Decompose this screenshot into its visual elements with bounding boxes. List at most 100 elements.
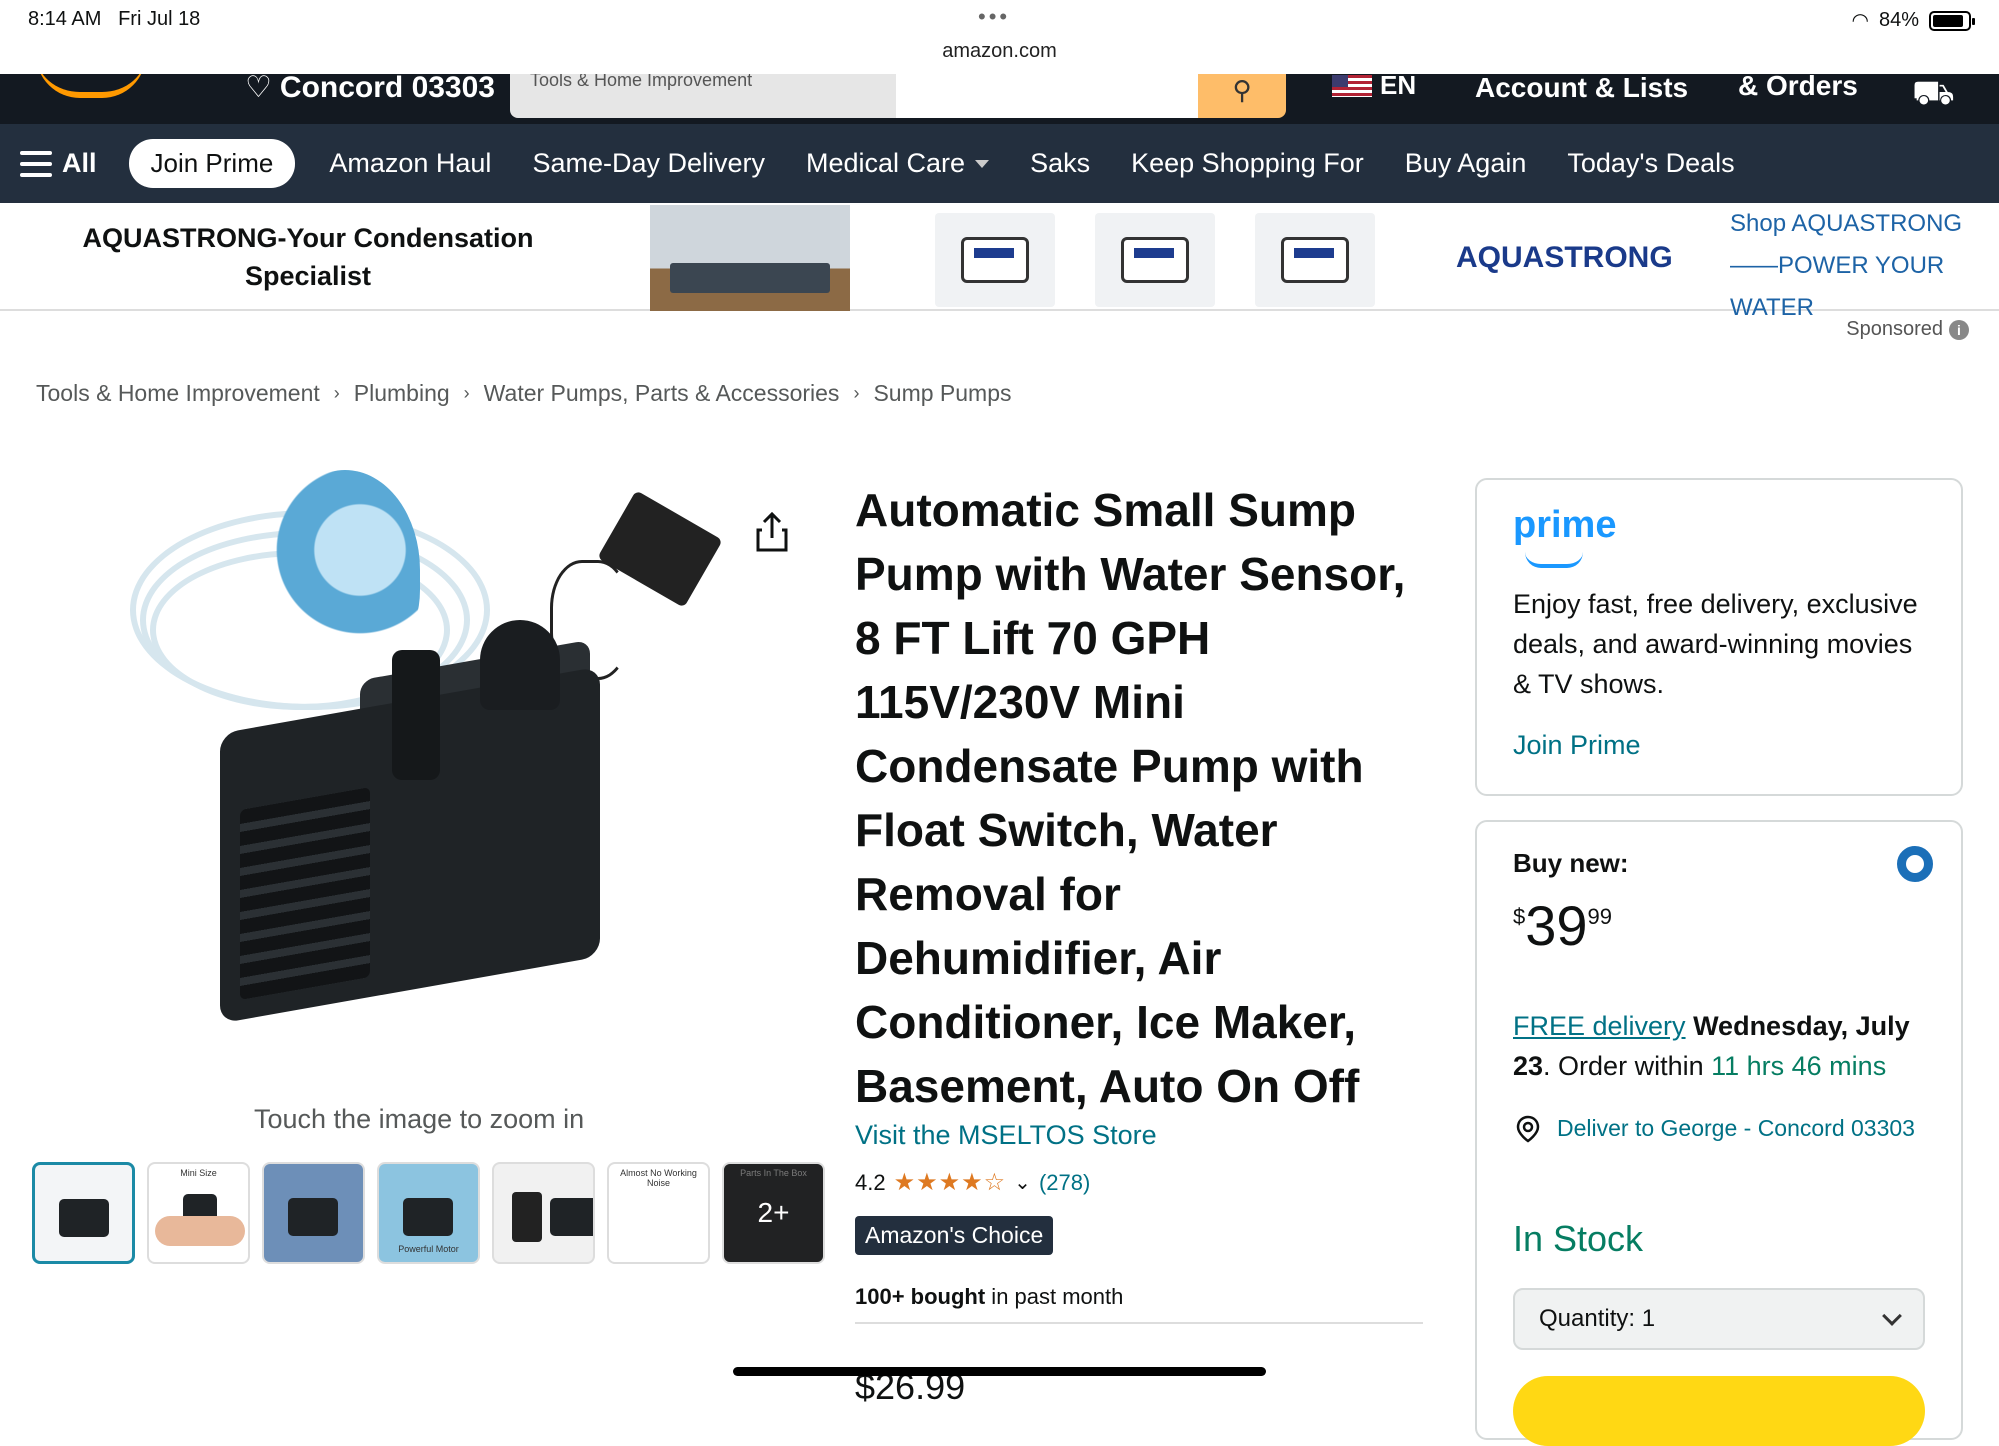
price-symbol: $ [1513, 904, 1526, 929]
price: $ 39 99 [1513, 896, 1612, 956]
buy-box: Buy new: $ 39 99 FREE delivery Wednesday… [1475, 820, 1963, 1446]
hamburger-icon [20, 150, 52, 177]
breadcrumb-item[interactable]: Water Pumps, Parts & Accessories [484, 380, 840, 407]
prime-card: prime Enjoy fast, free delivery, exclusi… [1475, 478, 1963, 796]
caret-down-icon [975, 159, 990, 168]
rating-row: 4.2 ★★★★☆ ⌄ (278) [855, 1168, 1090, 1197]
location-pin-icon: ♡ [245, 74, 272, 104]
quantity-label: Quantity: 1 [1539, 1305, 1656, 1332]
thumbnail[interactable] [262, 1162, 365, 1264]
banner-headline[interactable]: AQUASTRONG-Your Condensation Specialist [68, 219, 548, 295]
account-lists[interactable]: Account & Lists [1475, 74, 1688, 104]
nav-item-todays-deals[interactable]: Today's Deals [1567, 148, 1734, 179]
deliver-location[interactable]: ♡ Concord 03303 [245, 74, 495, 105]
banner-product-image[interactable] [1095, 213, 1215, 307]
chevron-right-icon: › [333, 383, 340, 403]
rating-count-link[interactable]: (278) [1039, 1170, 1090, 1196]
language-selector[interactable]: EN [1332, 74, 1416, 101]
nav-item-amazon-haul[interactable]: Amazon Haul [329, 148, 491, 179]
nav-item-buy-again[interactable]: Buy Again [1405, 148, 1527, 179]
deliver-to-text[interactable]: Deliver to George - Concord 03303 [1557, 1110, 1915, 1146]
more-images-count: 2+ [724, 1164, 823, 1262]
product-title: Automatic Small Sump Pump with Water Sen… [855, 484, 1406, 1112]
deliver-to[interactable]: Deliver to George - Concord 03303 [1513, 1110, 1933, 1146]
sponsored-label[interactable]: Sponsored i [1846, 318, 1969, 341]
join-prime-link[interactable]: Join Prime [1513, 730, 1641, 761]
bought-suffix: in past month [985, 1284, 1124, 1309]
bought-count: 100+ bought [855, 1284, 986, 1309]
quantity-select[interactable]: Quantity: 1 [1513, 1288, 1925, 1350]
prime-logo: prime [1513, 504, 1617, 546]
cart-icon[interactable]: ⛟ [1912, 74, 1955, 118]
location-pin-icon [1516, 1115, 1540, 1143]
chevron-down-icon[interactable]: ⌄ [1014, 1170, 1031, 1195]
search-button[interactable]: ⚲ [1198, 74, 1286, 118]
banner-cta-link[interactable]: Shop AQUASTRONG ——POWER YOUR WATER [1730, 203, 1970, 329]
breadcrumb-item[interactable]: Plumbing [354, 380, 450, 407]
join-prime-button[interactable]: Join Prime [128, 139, 296, 188]
share-icon[interactable] [752, 510, 792, 554]
banner-product-image[interactable] [1255, 213, 1375, 307]
store-link[interactable]: Visit the MSELTOS Store [855, 1120, 1157, 1151]
stock-status: In Stock [1513, 1218, 1644, 1259]
thumbnail-caption: Powerful Motor [398, 1244, 459, 1254]
thumbnail-caption: Almost No Working Noise [620, 1168, 697, 1188]
status-time: 8:14 AM Fri Jul 18 [28, 8, 200, 31]
breadcrumb-item[interactable]: Tools & Home Improvement [36, 380, 320, 407]
clock: 8:14 AM [28, 8, 102, 30]
nav-item-medical-care-label: Medical Care [806, 148, 966, 178]
status-right: ◠ 84% [1852, 8, 1975, 33]
language-label: EN [1380, 74, 1417, 100]
returns-orders[interactable]: & Orders [1738, 74, 1858, 102]
thumbnail[interactable]: Almost No Working Noise [607, 1162, 710, 1264]
water-splash [270, 470, 420, 670]
thumbnail-more[interactable]: Parts In The Box 2+ [722, 1162, 825, 1264]
chevron-down-icon [1882, 1306, 1902, 1326]
free-delivery-link[interactable]: FREE delivery [1513, 1011, 1686, 1041]
all-menu-button[interactable]: All [20, 148, 97, 179]
buy-new-radio[interactable] [1897, 846, 1933, 882]
breadcrumb-item[interactable]: Sump Pumps [873, 380, 1011, 407]
pump-inlet [480, 620, 560, 710]
breadcrumb: Tools & Home Improvement › Plumbing › Wa… [36, 380, 1012, 407]
thumbnail[interactable] [32, 1162, 135, 1264]
main-product-image[interactable] [120, 470, 723, 1090]
rating-value: 4.2 [855, 1169, 886, 1195]
nav-item-medical-care[interactable]: Medical Care [806, 148, 990, 179]
sponsored-banner[interactable]: AQUASTRONG-Your Condensation Specialist … [0, 203, 1999, 321]
price-whole: 39 [1525, 894, 1588, 957]
thumbnail-strip: Mini Size Powerful Motor Almost No Worki… [32, 1162, 825, 1264]
thumbnail[interactable]: Mini Size [147, 1162, 250, 1264]
star-rating-icon[interactable]: ★★★★☆ [894, 1168, 1007, 1197]
thumbnail-caption: Mini Size [180, 1168, 217, 1178]
brand-logo[interactable]: AQUASTRONG [1456, 241, 1673, 275]
date: Fri Jul 18 [118, 8, 201, 30]
add-to-cart-button[interactable] [1513, 1376, 1925, 1446]
banner-hero-image[interactable] [650, 205, 850, 311]
search-bar: Tools & Home Improvement ⚲ [510, 74, 1286, 118]
thumbnail[interactable] [492, 1162, 595, 1264]
nav-item-keep-shopping[interactable]: Keep Shopping For [1131, 148, 1364, 179]
thumbnail[interactable]: Powerful Motor [377, 1162, 480, 1264]
chevron-right-icon: › [463, 383, 470, 403]
divider [855, 1322, 1423, 1324]
deliver-location-text: Concord 03303 [279, 74, 495, 104]
amazon-logo-icon[interactable] [36, 74, 146, 98]
search-category[interactable]: Tools & Home Improvement [510, 74, 896, 118]
battery-icon [1929, 10, 1975, 31]
price-fraction: 99 [1587, 904, 1613, 929]
nav-item-same-day-delivery[interactable]: Same-Day Delivery [532, 148, 765, 179]
battery-percent: 84% [1878, 9, 1919, 31]
search-input[interactable] [896, 74, 1198, 118]
banner-product-image[interactable] [935, 213, 1055, 307]
url-label[interactable]: amazon.com [0, 40, 1999, 63]
more-dots-icon[interactable]: ••• [978, 4, 1010, 30]
us-flag-icon [1332, 74, 1372, 97]
amazons-choice-badge: Amazon's Choice [855, 1216, 1054, 1255]
site-header: ♡ Concord 03303 Tools & Home Improvement… [0, 74, 1999, 124]
order-within-time: 11 hrs 46 mins [1711, 1051, 1887, 1081]
home-indicator[interactable] [733, 1367, 1266, 1376]
sponsored-text: Sponsored [1846, 318, 1943, 340]
nav-item-saks[interactable]: Saks [1030, 148, 1090, 179]
search-icon: ⚲ [1232, 74, 1252, 105]
